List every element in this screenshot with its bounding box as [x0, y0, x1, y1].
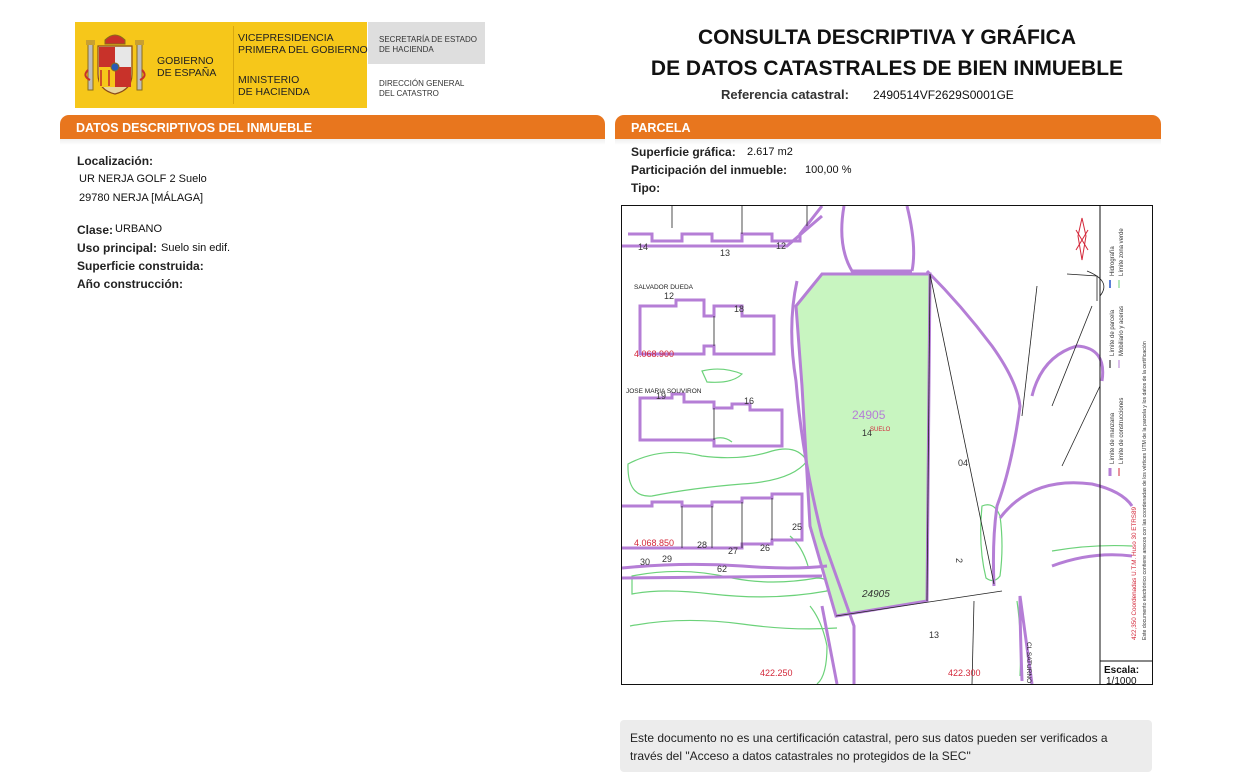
superficie-grafica-value: 2.617 m2 [747, 146, 793, 158]
legend-item: Hidrografía [1110, 246, 1116, 276]
refcat-label: Referencia catastral: [721, 87, 849, 102]
refcat-value[interactable]: 2490514VF2629S0001GE [873, 88, 1014, 102]
superficie-construida-label: Superficie construida: [77, 259, 204, 273]
map-canvas[interactable]: Límite de manzana Límite de construccion… [622, 206, 1152, 684]
parcel-number: 27 [728, 546, 738, 556]
coord-y-label: 4.068.850 [634, 538, 674, 548]
parcel-number: 25 [792, 522, 802, 532]
legend-item: Mobiliario y aceras [1119, 306, 1125, 356]
parcel-number: 26 [760, 543, 770, 553]
secretaria-label: SECRETARÍA DE ESTADO DE HACIENDA [379, 35, 477, 54]
coord-y-label: 4.068.900 [634, 349, 674, 359]
legend-item: Límite zona verde [1119, 228, 1125, 276]
section-shadow [60, 139, 605, 145]
logo-divider [233, 26, 234, 104]
parcel-number: 04 [958, 458, 968, 468]
suelo-label: SUELO [870, 427, 891, 433]
north-arrow-icon [1075, 217, 1089, 261]
disclaimer-line: Este documento no es una certificación c… [630, 731, 1108, 745]
parcel-number: 19 [656, 391, 666, 401]
participacion-value: 100,00 % [805, 164, 852, 176]
coord-x-label: 422.250 [760, 668, 793, 678]
parcel-number: 62 [717, 564, 727, 574]
coord-x-label: 422.300 [948, 668, 981, 678]
localizacion-line2: 29780 NERJA [MÁLAGA] [79, 192, 204, 204]
disclaimer-line[interactable]: través del "Acceso a datos catastrales n… [630, 747, 1142, 765]
superficie-grafica-label: Superficie gráfica: [631, 145, 736, 159]
localizacion-line1: UR NERJA GOLF 2 Suelo [79, 173, 207, 185]
parcel-polygon[interactable] [794, 272, 932, 618]
gobierno-de-espana-label: GOBIERNO DE ESPAÑA [157, 55, 217, 79]
coat-of-arms-icon [84, 34, 146, 95]
parcel-number: 16 [744, 396, 754, 406]
parcel-number: 30 [640, 557, 650, 567]
scale-label: Escala: [1104, 665, 1139, 676]
uso-principal-label: Uso principal: [77, 241, 158, 255]
disclaimer-note: Este documento no es una certificación c… [620, 720, 1152, 772]
legend-note: Este documento electrónico contiene anex… [1142, 341, 1148, 640]
legend-item: Límite de manzana [1110, 412, 1116, 464]
parcel-number: 28 [697, 540, 707, 550]
parcel-number: 29 [662, 554, 672, 564]
direccion-general-label: DIRECCIÓN GENERAL DEL CATASTRO [379, 79, 465, 98]
uso-principal-value: Suelo sin edif. [161, 242, 231, 254]
legend-coords: 422,350 Coordenadas U.T.M. Huso 30 ETRS8… [1131, 506, 1138, 640]
parcela-header: PARCELA [615, 115, 1161, 139]
parcel-number: 12 [664, 291, 674, 301]
page-title: CONSULTA DESCRIPTIVA Y GRÁFICA DE DATOS … [650, 26, 1124, 80]
scale-value: 1/1000 [1106, 676, 1137, 684]
tipo-label: Tipo: [631, 181, 661, 195]
parcel-number: 14 [638, 242, 648, 252]
legend-item: Límite de parcela [1110, 309, 1116, 356]
street-label: CL SATURNO [1025, 642, 1032, 683]
parcel-number: 12 [776, 241, 786, 251]
clase-label: Clase: [77, 223, 114, 237]
datos-descriptivos-header: DATOS DESCRIPTIVOS DEL INMUEBLE [60, 115, 605, 139]
participacion-label: Participación del inmueble: [631, 163, 788, 177]
parcel-number: 13 [929, 630, 939, 640]
parcel-number: 2 [954, 558, 964, 563]
parcel-number: 18 [734, 304, 744, 314]
ano-construccion-label: Año construcción: [77, 277, 184, 291]
map-legend: Límite de manzana Límite de construccion… [1110, 228, 1148, 640]
parcel-number: 13 [720, 248, 730, 258]
clase-value: URBANO [115, 223, 163, 235]
legend-item: Límite de construcciones [1119, 398, 1125, 464]
ministerio-label: MINISTERIO DE HACIENDA [238, 74, 310, 98]
street-label: SALVADOR DUEDA [634, 284, 694, 291]
vicepresidencia-label: VICEPRESIDENCIA PRIMERA DEL GOBIERNO [238, 32, 368, 56]
localizacion-label: Localización: [77, 154, 154, 168]
parcel-id-bottom-label: 24905 [861, 589, 890, 600]
parcel-id-label: 24905 [852, 408, 886, 422]
